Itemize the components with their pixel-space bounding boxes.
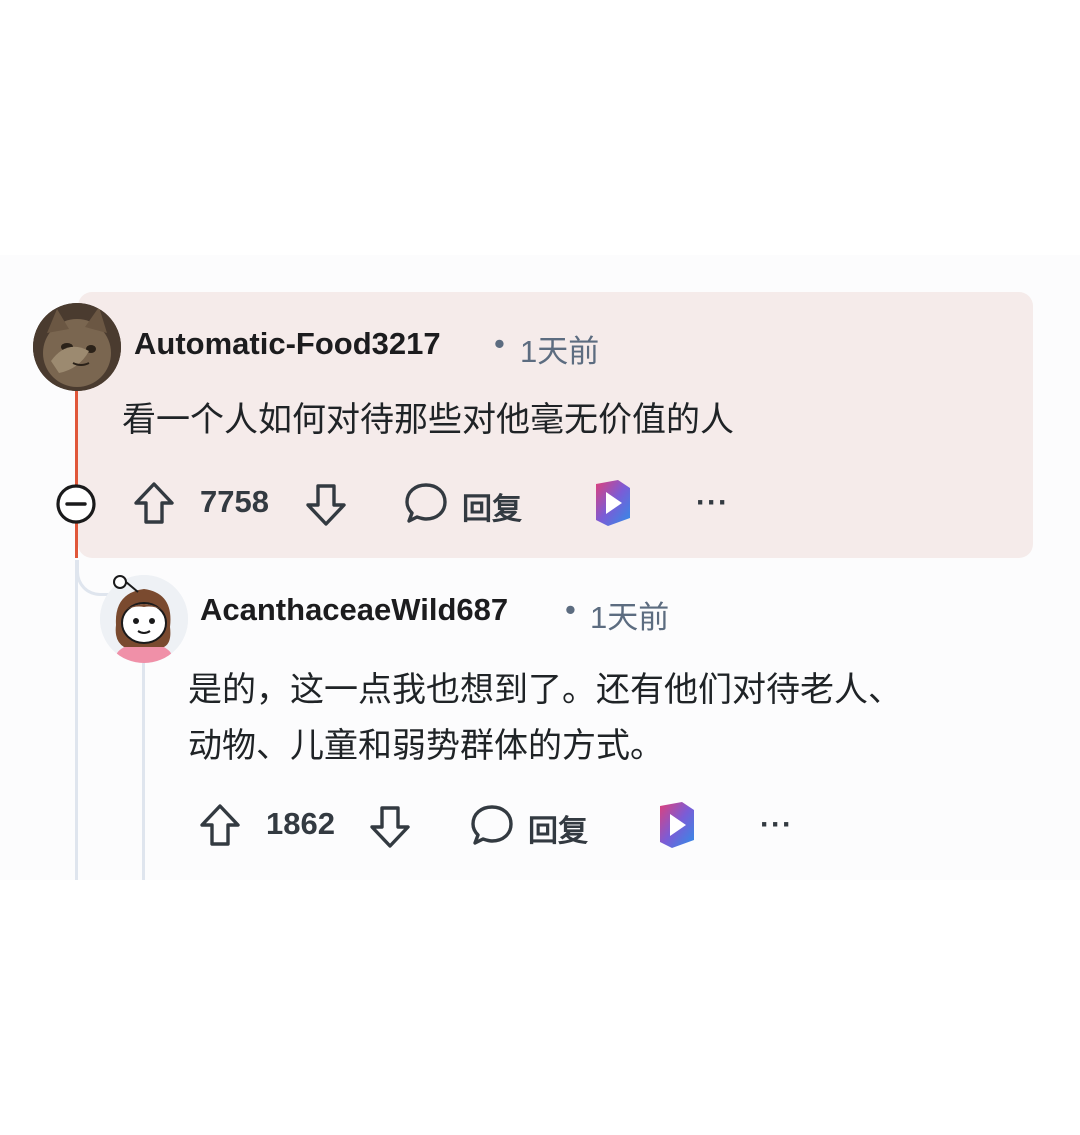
collapse-icon[interactable] bbox=[54, 482, 98, 526]
upvote-icon[interactable] bbox=[132, 480, 176, 526]
comment-body-line-2: 动物、儿童和弱势群体的方式。 bbox=[188, 726, 664, 766]
comment-body: 看一个人如何对待那些对他毫无价值的人 bbox=[122, 400, 734, 440]
comment-timestamp: 1天前 bbox=[520, 334, 600, 369]
upvote-icon[interactable] bbox=[198, 802, 242, 848]
thread-line[interactable] bbox=[75, 560, 78, 880]
app-logo-icon[interactable] bbox=[592, 478, 634, 528]
reply-thread-line[interactable] bbox=[142, 660, 145, 880]
more-options-button[interactable]: ··· bbox=[696, 486, 729, 520]
more-options-button[interactable]: ··· bbox=[760, 808, 793, 842]
antenna-icon bbox=[113, 575, 139, 593]
avatar-cat bbox=[33, 303, 121, 391]
vote-score: 7758 bbox=[200, 484, 269, 519]
thread-line-active[interactable] bbox=[75, 390, 78, 558]
comment-author[interactable]: Automatic-Food3217 bbox=[134, 326, 441, 362]
reply-label: 回复 bbox=[462, 492, 522, 527]
comment-bubble-icon bbox=[471, 805, 513, 845]
vote-score: 1862 bbox=[266, 806, 335, 841]
app-logo-icon[interactable] bbox=[656, 800, 698, 850]
comment-actions: 7758 回复 ··· bbox=[54, 478, 754, 528]
avatar[interactable] bbox=[33, 303, 121, 391]
comment-bubble-icon bbox=[405, 483, 447, 523]
downvote-icon[interactable] bbox=[368, 804, 412, 850]
comment-actions: 1862 回复 ··· bbox=[198, 800, 818, 850]
comment-timestamp: 1天前 bbox=[590, 600, 670, 635]
meta-separator: • bbox=[494, 326, 505, 361]
comment-author[interactable]: AcanthaceaeWild687 bbox=[200, 592, 508, 628]
reply-label: 回复 bbox=[528, 814, 588, 849]
meta-separator: • bbox=[565, 592, 576, 627]
comment-body-line-1: 是的，这一点我也想到了。还有他们对待老人、 bbox=[188, 670, 902, 710]
downvote-icon[interactable] bbox=[304, 482, 348, 528]
